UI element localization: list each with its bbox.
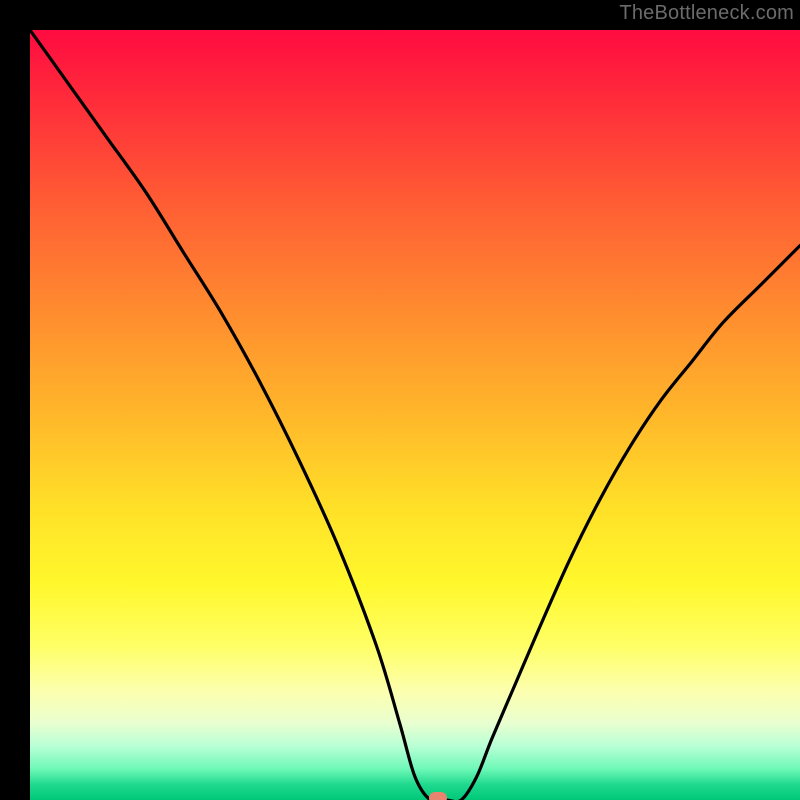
watermark-text: TheBottleneck.com bbox=[619, 2, 794, 25]
bottleneck-curve bbox=[30, 30, 800, 800]
optimal-point-marker bbox=[429, 792, 447, 800]
chart-area bbox=[30, 30, 800, 800]
